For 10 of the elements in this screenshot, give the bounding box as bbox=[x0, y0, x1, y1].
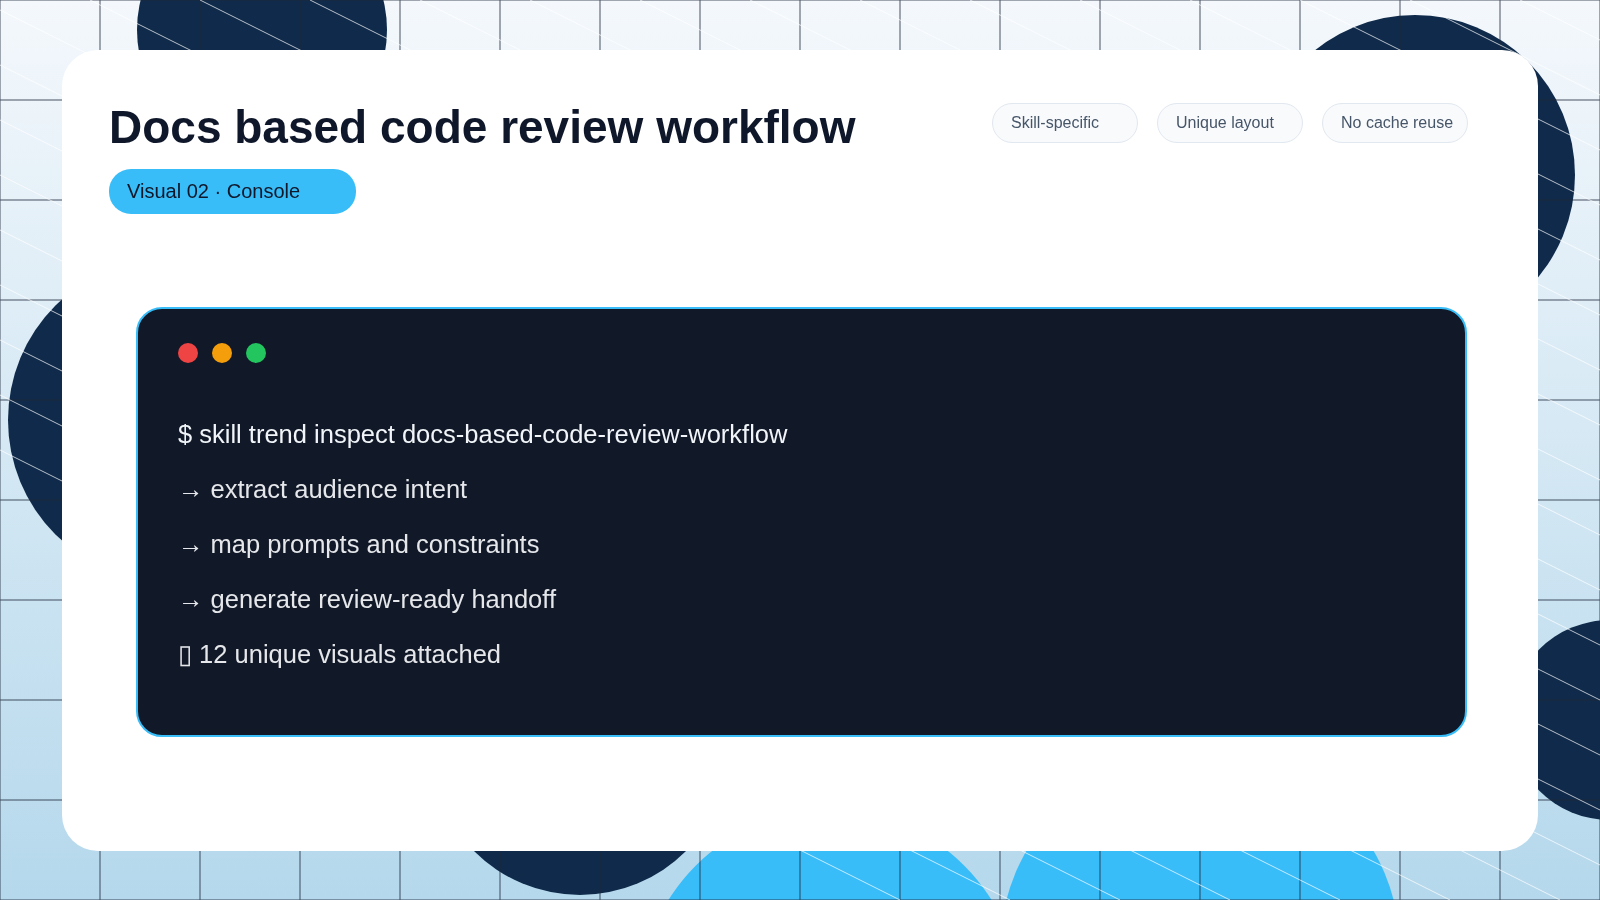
tag-pill: Unique layout bbox=[1157, 103, 1303, 143]
tag-pill: No cache reuse bbox=[1322, 103, 1468, 143]
tag-pill: Skill-specific bbox=[992, 103, 1138, 143]
step-line: → extract audience intent bbox=[178, 474, 468, 505]
result-line: ▯ 12 unique visuals attached bbox=[178, 639, 502, 670]
visual-badge: Visual 02 · Console bbox=[109, 169, 357, 215]
command-line: $ skill trend inspect docs-based-code-review-workflow bbox=[178, 419, 788, 450]
step-line: → map prompts and constraints bbox=[178, 529, 540, 560]
step-line: → generate review-ready handoff bbox=[178, 584, 556, 615]
slide-title: Docs based code review workflow bbox=[109, 100, 856, 155]
